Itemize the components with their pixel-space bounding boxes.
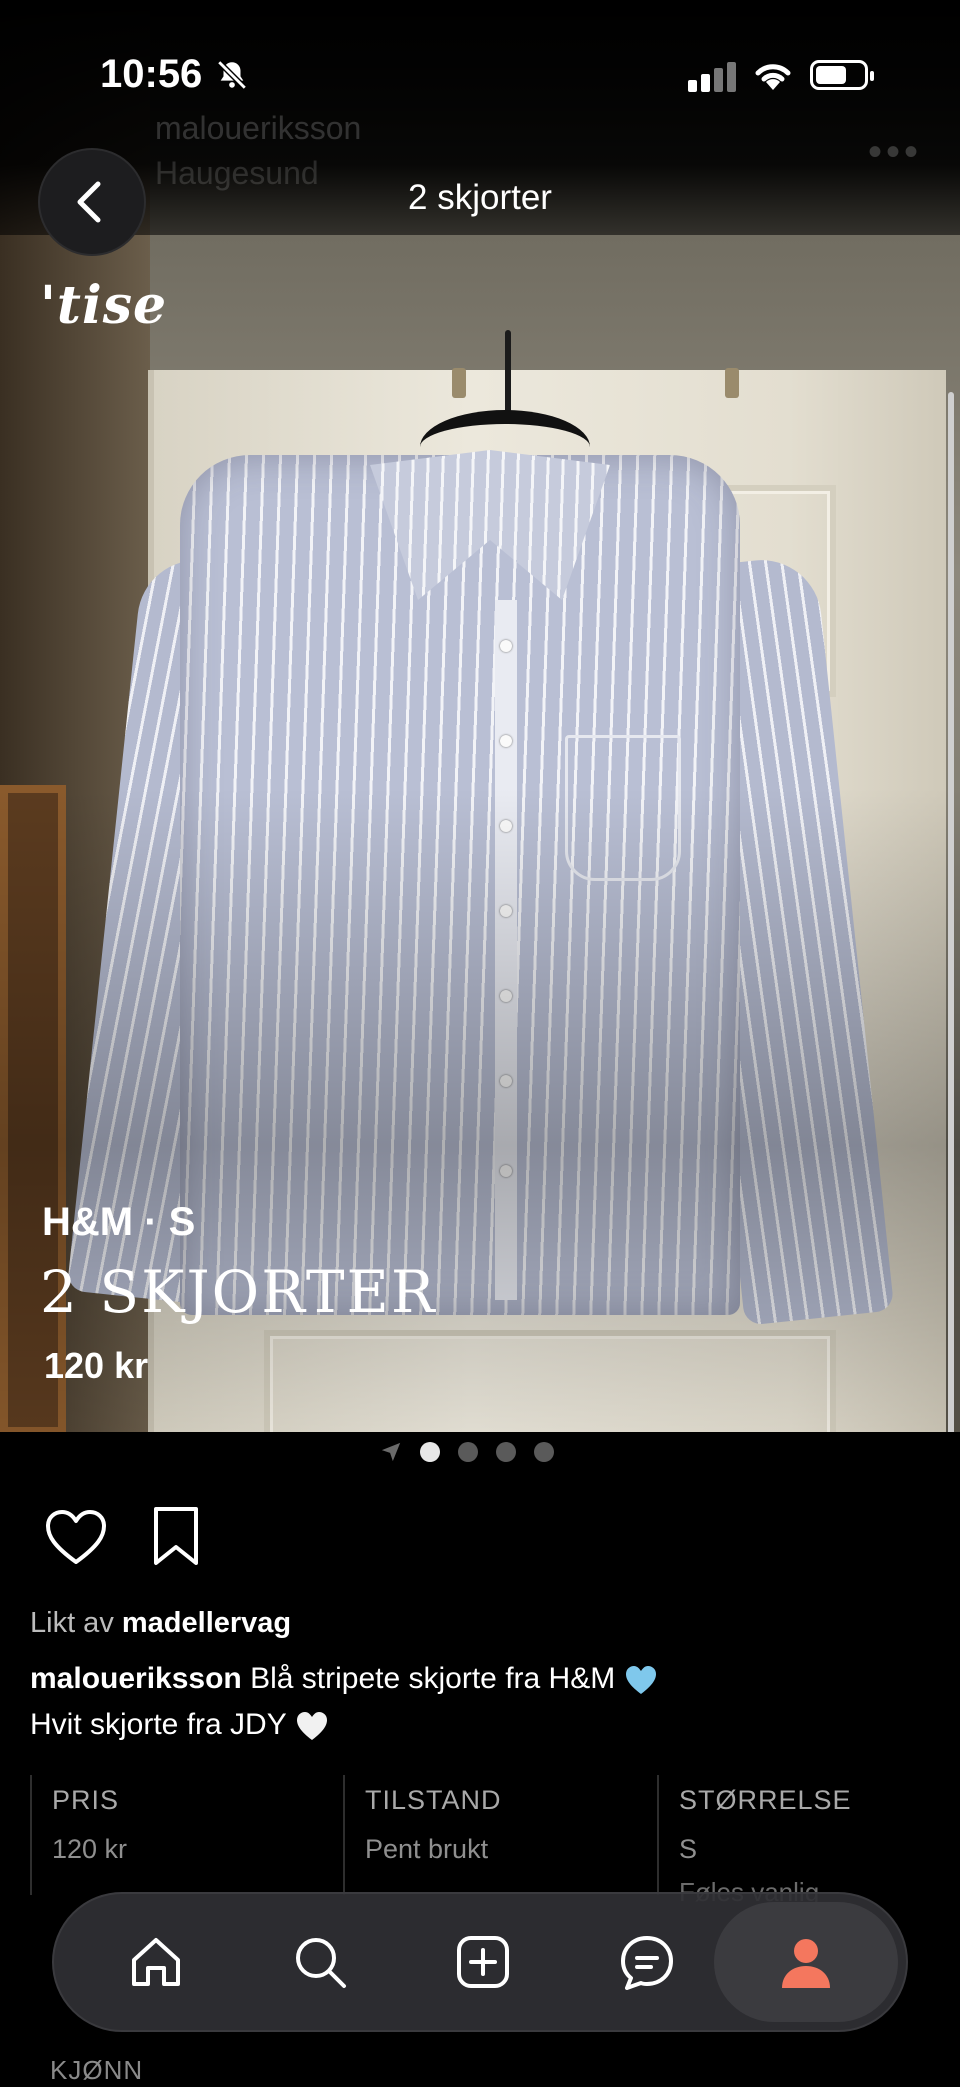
item-price: 120 kr (44, 1345, 149, 1386)
blue-heart-emoji-icon (625, 1666, 656, 1695)
nav-home[interactable] (116, 1922, 196, 2002)
bell-muted-icon (217, 60, 247, 90)
description: maloueriksson Blå stripete skjorte fra H… (30, 1656, 930, 1748)
liked-prefix: Likt av (30, 1607, 114, 1639)
nav-chat[interactable] (607, 1922, 687, 2002)
status-time: 10:56 (100, 52, 203, 96)
detail-gender-label: KJØNN (50, 2055, 144, 2085)
detail-value: S (679, 1834, 698, 1864)
page-title: 2 skjorter (408, 178, 552, 217)
tise-watermark: 'tise (40, 275, 168, 336)
detail-size: STØRRELSE S Føles vanlig (657, 1775, 949, 1907)
home-icon (132, 1938, 180, 1986)
more-options-icon: ••• (868, 130, 923, 174)
carousel-dot[interactable] (534, 1442, 554, 1462)
search-icon (296, 1938, 346, 1988)
detail-value: 120 kr (52, 1834, 128, 1864)
nav-search[interactable] (280, 1922, 360, 2002)
bottom-nav (52, 1892, 908, 2032)
carousel-dot[interactable] (458, 1442, 478, 1462)
carousel-dot[interactable] (496, 1442, 516, 1462)
blurred-username: maloueriksson (155, 110, 362, 146)
liked-by-user-link[interactable]: madellervag (122, 1607, 291, 1639)
brand-size-label: H&M · S (42, 1200, 196, 1244)
description-line-2: Hvit skjorte fra JDY (30, 1708, 287, 1741)
profile-icon (782, 1939, 830, 1988)
detail-value: Pent brukt (365, 1834, 489, 1864)
like-heart-icon[interactable] (44, 1508, 108, 1566)
carousel-indicator[interactable] (380, 1438, 554, 1466)
chat-icon (621, 1936, 673, 1990)
top-bar: 10:56 maloueriksson Haugesund ••• 2 skjo… (0, 0, 960, 256)
detail-label: PRIS (52, 1785, 120, 1815)
detail-label: TILSTAND (365, 1785, 502, 1815)
photo-scrollbar[interactable] (948, 392, 954, 1432)
description-line-1: Blå stripete skjorte fra H&M (250, 1662, 616, 1695)
nav-add[interactable] (443, 1922, 523, 2002)
carousel-dot[interactable] (420, 1442, 440, 1462)
nav-profile[interactable] (714, 1902, 898, 2022)
item-title: 2 SKJORTER (40, 1258, 437, 1326)
location-arrow-icon (381, 1442, 401, 1462)
white-heart-emoji-icon (296, 1712, 327, 1741)
liked-by-text: Likt av madellervag (30, 1607, 291, 1640)
add-icon (457, 1936, 509, 1988)
author-username-link[interactable]: maloueriksson (30, 1662, 242, 1695)
wifi-icon (755, 64, 791, 90)
battery-icon (810, 60, 874, 90)
detail-condition: TILSTAND Pent brukt (343, 1775, 655, 1895)
bookmark-icon[interactable] (150, 1505, 202, 1567)
detail-label: STØRRELSE (679, 1785, 852, 1815)
detail-price: PRIS 120 kr (30, 1775, 342, 1895)
